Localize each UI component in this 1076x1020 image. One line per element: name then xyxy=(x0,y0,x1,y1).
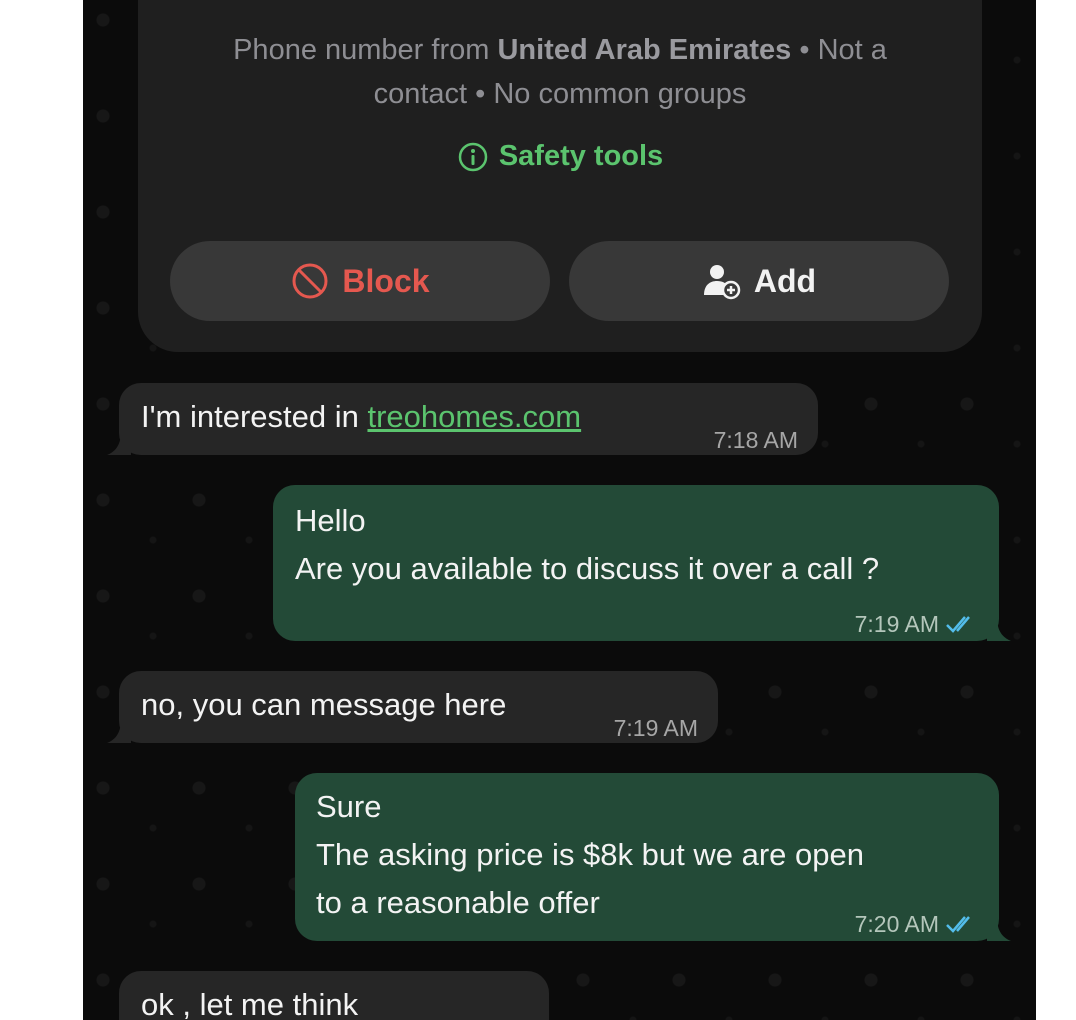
block-button[interactable]: Block xyxy=(170,241,550,321)
message-line: to a reasonable offer xyxy=(316,885,600,920)
bubble-tail xyxy=(987,917,1011,941)
message-line: The asking price is $8k but we are open xyxy=(316,837,864,872)
message-time: 7:20 AM xyxy=(854,911,939,937)
add-contact-icon xyxy=(703,265,741,300)
add-contact-button[interactable]: Add xyxy=(569,241,949,321)
message-time: 7:18 AM xyxy=(713,427,798,453)
message-line: Hello xyxy=(295,503,366,538)
message-text: ok , let me think xyxy=(141,987,359,1020)
double-check-icon xyxy=(946,616,970,633)
message-incoming[interactable]: no, you can message here 7:19 AM xyxy=(107,671,718,743)
message-text: no, you can message here xyxy=(141,687,507,722)
message-incoming[interactable]: I'm interested in treohomes.com 7:18 AM xyxy=(107,383,818,455)
contact-status-1: • Not a xyxy=(791,34,887,66)
message-outgoing[interactable]: Hello Are you available to discuss it ov… xyxy=(273,485,1011,641)
message-time: 7:21 AM xyxy=(445,1004,529,1020)
message-line: Sure xyxy=(316,789,382,824)
phone-prefix: Phone number from xyxy=(233,34,498,66)
message-incoming[interactable]: ok , let me think 7:21 AM xyxy=(119,971,549,1020)
contact-status-2: contact • No common groups xyxy=(373,78,747,110)
bubble-tail xyxy=(987,617,1011,641)
block-label: Block xyxy=(342,262,430,299)
safety-tools-link[interactable]: Safety tools xyxy=(138,140,982,173)
message-outgoing[interactable]: Sure The asking price is $8k but we are … xyxy=(295,773,1011,941)
website-link[interactable]: treohomes.com xyxy=(367,399,581,434)
info-circle-icon xyxy=(458,142,488,171)
chat-area[interactable]: Phone number from United Arab Emirates •… xyxy=(83,0,1036,1020)
phone-country: United Arab Emirates xyxy=(497,34,792,66)
message-time: 7:19 AM xyxy=(613,715,698,741)
contact-info-text: Phone number from United Arab Emirates •… xyxy=(138,28,982,116)
bubble-tail xyxy=(107,431,131,455)
message-time: 7:19 AM xyxy=(854,611,939,637)
message-line: Are you available to discuss it over a c… xyxy=(295,551,880,586)
message-text: I'm interested in xyxy=(141,399,368,434)
double-check-icon xyxy=(946,916,970,933)
add-label: Add xyxy=(753,262,817,299)
block-icon xyxy=(292,263,328,299)
bubble-tail xyxy=(107,719,131,743)
safety-tools-label: Safety tools xyxy=(498,140,664,172)
contact-info-card: Phone number from United Arab Emirates •… xyxy=(138,0,982,352)
